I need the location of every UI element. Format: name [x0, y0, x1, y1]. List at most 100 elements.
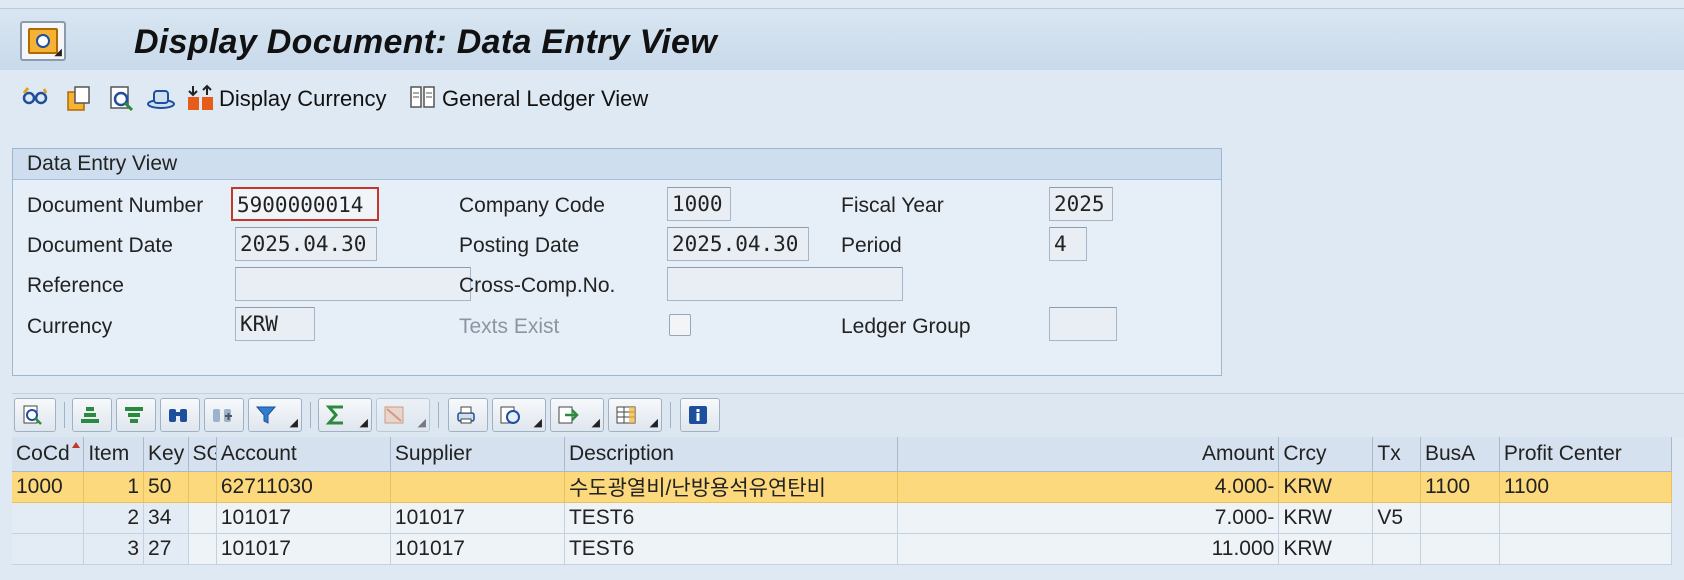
layout-icon: [616, 406, 636, 424]
cell-item[interactable]: 2: [83, 502, 145, 534]
info-button[interactable]: [680, 398, 720, 432]
cell-account[interactable]: 101017: [216, 502, 391, 534]
cell-account[interactable]: 62711030: [216, 471, 391, 503]
cell-tx[interactable]: [1372, 471, 1421, 503]
details-icon: [23, 405, 42, 425]
views-button[interactable]: ◢: [492, 398, 546, 432]
alv-toolbar: ◢ ◢ ◢ ◢ ◢ ◢: [12, 393, 1684, 438]
cross-comp-field[interactable]: [667, 267, 903, 301]
document-date-field[interactable]: 2025.04.30: [235, 227, 377, 261]
sort-indicator-icon: [71, 442, 80, 448]
cell-profit-center[interactable]: 1100: [1499, 471, 1673, 503]
cell-tx[interactable]: V5: [1372, 502, 1421, 534]
cell-amount[interactable]: 11.000: [897, 533, 1280, 565]
column-header-tx[interactable]: Tx: [1372, 437, 1421, 472]
cell-description[interactable]: 수도광열비/난방용석유연탄비: [564, 471, 898, 503]
glasses-icon[interactable]: [20, 83, 50, 113]
sort-descending-button[interactable]: [116, 398, 156, 432]
subtotal-icon: [384, 406, 404, 424]
cell-description[interactable]: TEST6: [564, 533, 898, 565]
period-field[interactable]: 4: [1049, 227, 1087, 261]
column-header-crcy[interactable]: Crcy: [1278, 437, 1374, 472]
print-preview-button[interactable]: [448, 398, 488, 432]
cell-cocd[interactable]: [12, 502, 85, 534]
cell-amount[interactable]: 7.000-: [897, 502, 1280, 534]
cell-cocd[interactable]: 1000: [12, 471, 85, 503]
document-number-field[interactable]: 5900000014: [231, 187, 379, 221]
posting-date-field[interactable]: 2025.04.30: [667, 227, 809, 261]
display-document-icon[interactable]: [106, 83, 136, 113]
general-ledger-icon[interactable]: [408, 83, 438, 113]
filter-button[interactable]: ◢: [248, 398, 302, 432]
table-row[interactable]: 3 27 101017 101017 TEST6 11.000 KRW: [12, 533, 1673, 565]
display-currency-button[interactable]: Display Currency: [219, 86, 387, 112]
cell-description[interactable]: TEST6: [564, 502, 898, 534]
company-code-field[interactable]: 1000: [667, 187, 731, 221]
layout-button[interactable]: ◢: [608, 398, 662, 432]
export-button[interactable]: ◢: [550, 398, 604, 432]
find-next-button[interactable]: [204, 398, 244, 432]
export-icon: [558, 406, 579, 424]
cell-profit-center[interactable]: [1499, 502, 1673, 534]
cross-comp-label: Cross-Comp.No.: [459, 274, 616, 297]
fiscal-year-field[interactable]: 2025: [1049, 187, 1113, 221]
hat-icon[interactable]: [146, 83, 176, 113]
cell-busa[interactable]: [1420, 533, 1500, 565]
views-icon: [500, 406, 520, 424]
cell-amount[interactable]: 4.000-: [897, 471, 1280, 503]
cell-supplier[interactable]: [390, 471, 565, 503]
texts-exist-checkbox[interactable]: [669, 314, 691, 336]
company-code-label: Company Code: [459, 194, 605, 217]
copy-document-icon[interactable]: [64, 83, 94, 113]
data-entry-view-group: Data Entry View Document Number 59000000…: [12, 148, 1222, 376]
cell-supplier[interactable]: 101017: [390, 533, 565, 565]
application-toolbar: Display Currency General Ledger View: [0, 70, 1684, 132]
cell-tx[interactable]: [1372, 533, 1421, 565]
cell-sg[interactable]: [188, 533, 217, 565]
general-ledger-view-button[interactable]: General Ledger View: [442, 86, 648, 112]
reference-field[interactable]: [235, 267, 471, 301]
cell-crcy[interactable]: KRW: [1278, 471, 1374, 503]
sort-ascending-button[interactable]: [72, 398, 112, 432]
column-header-supplier[interactable]: Supplier: [390, 437, 565, 472]
column-header-key[interactable]: Key: [143, 437, 189, 472]
cell-key[interactable]: 50: [143, 471, 189, 503]
cell-key[interactable]: 34: [143, 502, 189, 534]
cell-item[interactable]: 3: [83, 533, 145, 565]
total-icon: [325, 405, 343, 425]
find-button[interactable]: [160, 398, 200, 432]
column-header-item[interactable]: Item: [83, 437, 145, 472]
find-next-icon: [213, 409, 232, 422]
cell-busa[interactable]: [1420, 502, 1500, 534]
cell-crcy[interactable]: KRW: [1278, 502, 1374, 534]
column-header-description[interactable]: Description: [564, 437, 898, 472]
column-header-sg[interactable]: SG: [188, 437, 217, 472]
cell-item[interactable]: 1: [83, 471, 145, 503]
document-number-label: Document Number: [27, 194, 204, 217]
column-header-cocd[interactable]: CoCd: [12, 437, 85, 472]
cell-busa[interactable]: 1100: [1420, 471, 1500, 503]
table-row[interactable]: 1000 1 50 62711030 수도광열비/난방용석유연탄비 4.000-…: [12, 471, 1673, 503]
column-header-amount[interactable]: Amount: [897, 437, 1280, 472]
cell-crcy[interactable]: KRW: [1278, 533, 1374, 565]
currency-icon[interactable]: [186, 83, 216, 113]
cell-sg[interactable]: [188, 502, 217, 534]
ledger-group-field[interactable]: [1049, 307, 1117, 341]
column-header-profit-center[interactable]: Profit Center: [1499, 437, 1673, 472]
cell-sg[interactable]: [188, 471, 217, 503]
cell-account[interactable]: 101017: [216, 533, 391, 565]
document-display-icon[interactable]: ◢: [20, 21, 66, 61]
column-header-account[interactable]: Account: [216, 437, 391, 472]
table-row[interactable]: 2 34 101017 101017 TEST6 7.000- KRW V5: [12, 502, 1673, 534]
currency-field[interactable]: KRW: [235, 307, 315, 341]
column-header-busa[interactable]: BusA: [1420, 437, 1500, 472]
table-header-row: CoCd Item Key SG Account Supplier Descri…: [12, 437, 1673, 472]
total-button[interactable]: ◢: [318, 398, 372, 432]
subtotal-button[interactable]: ◢: [376, 398, 430, 432]
ledger-group-label: Ledger Group: [841, 315, 971, 338]
cell-key[interactable]: 27: [143, 533, 189, 565]
cell-cocd[interactable]: [12, 533, 85, 565]
cell-supplier[interactable]: 101017: [390, 502, 565, 534]
cell-profit-center[interactable]: [1499, 533, 1673, 565]
details-button[interactable]: [14, 398, 56, 432]
